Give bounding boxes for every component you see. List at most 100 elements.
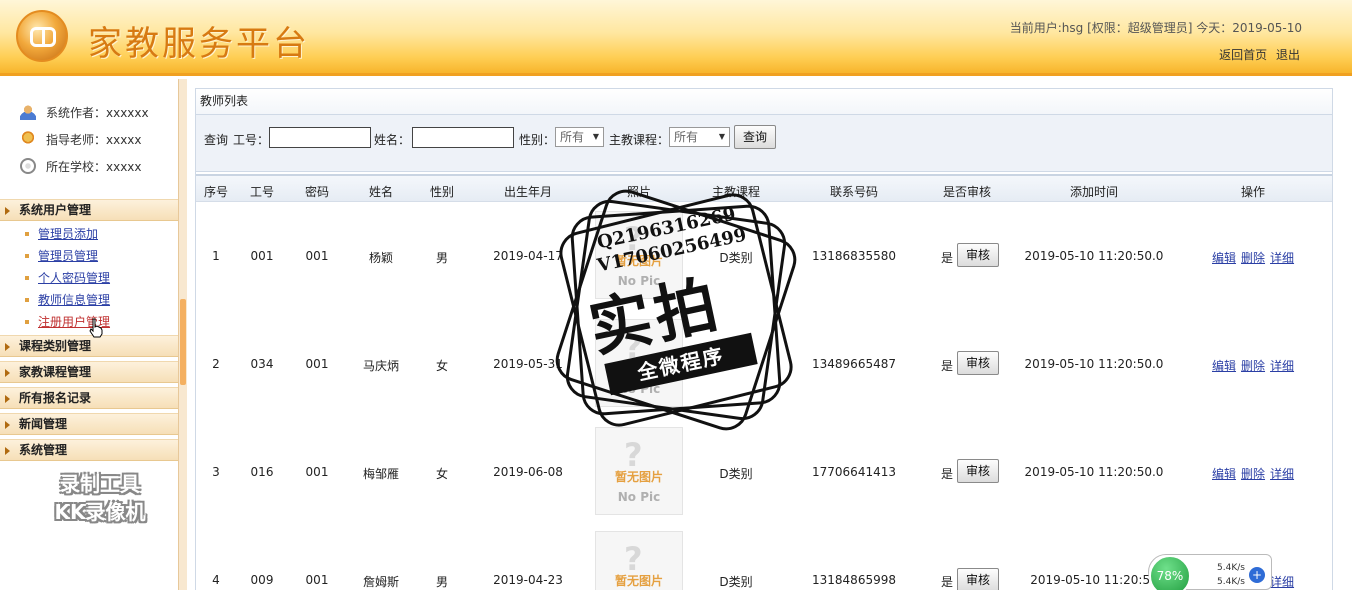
menu-group-news[interactable]: 新闻管理	[0, 413, 178, 435]
cell-password: 001	[305, 465, 329, 479]
cell-birth: 2019-06-08	[493, 465, 563, 479]
cell-course: D类别	[719, 467, 753, 481]
edit-link[interactable]: 编辑	[1212, 359, 1236, 373]
cell-birth: 2019-04-23	[493, 573, 563, 587]
hand-cursor-icon	[89, 318, 103, 338]
query-label: 查询	[204, 133, 229, 147]
menu-group-course-category[interactable]: 课程类别管理	[0, 335, 178, 357]
cell-birth: 2019-05-31	[493, 357, 563, 371]
review-button[interactable]: 审核	[957, 243, 999, 267]
delete-link[interactable]: 删除	[1241, 359, 1265, 373]
menu-item-admin-manage[interactable]: 管理员管理	[24, 247, 98, 265]
col-gender: 性别	[429, 185, 455, 199]
course-select-value: 所有	[674, 130, 699, 144]
cell-gender: 女	[435, 359, 449, 373]
cell-password: 001	[305, 249, 329, 263]
network-speed-widget[interactable]: 78% 5.4K/s 5.4K/s +	[1148, 554, 1272, 590]
cell-id: 016	[250, 465, 274, 479]
no-pic-cn: 暂无图片	[614, 362, 663, 376]
cell-added: 2019-05-10 11:20:50.0	[1024, 465, 1164, 479]
col-approved: 是否审核	[942, 185, 992, 199]
edit-link[interactable]: 编辑	[1212, 467, 1236, 481]
cell-password: 001	[305, 573, 329, 587]
cell-approved: 是	[940, 467, 954, 481]
id-input[interactable]	[269, 127, 371, 148]
delete-link[interactable]: 删除	[1241, 467, 1265, 481]
review-button[interactable]: 审核	[957, 568, 999, 590]
name-label: 姓名：	[374, 133, 411, 147]
col-added: 添加时间	[1069, 185, 1119, 199]
sidebar-splitter[interactable]	[178, 79, 187, 590]
cell-added: 2019-05-10 11:20:50	[1030, 573, 1158, 587]
id-label: 工号：	[233, 133, 270, 147]
gender-label: 性别：	[519, 133, 556, 147]
search-bar: 查询 工号： 姓名： 性别： 所有 主教课程： 所有 查询	[195, 114, 1333, 172]
photo-placeholder: ? 暂无图片 No Pic	[595, 211, 683, 299]
col-photo: 照片	[626, 185, 652, 199]
cell-gender: 男	[435, 251, 449, 265]
header-links: 返回首页 退出	[1214, 46, 1300, 63]
cell-added: 2019-05-10 11:20:50.0	[1024, 357, 1164, 371]
cell-no: 2	[212, 357, 220, 371]
name-input[interactable]	[412, 127, 514, 148]
upload-speed: 5.4K/s	[1217, 563, 1245, 573]
cell-name: 马庆炳	[362, 359, 400, 373]
cell-phone: 13184865998	[812, 573, 896, 587]
cell-id: 001	[250, 249, 274, 263]
cell-approved: 是	[940, 359, 954, 373]
col-id: 工号	[249, 185, 275, 199]
header: 家教服务平台 当前用户:hsg [权限：超级管理员] 今天：2019-05-10…	[0, 0, 1352, 76]
detail-link[interactable]: 详细	[1270, 251, 1294, 265]
row-actions: 编辑删除详细	[1212, 249, 1299, 266]
no-pic-cn: 暂无图片	[614, 574, 663, 588]
edit-link[interactable]: 编辑	[1212, 251, 1236, 265]
author-info: 系统作者：xxxxxx	[20, 102, 149, 122]
menu-group-user-management[interactable]: 系统用户管理	[0, 199, 178, 221]
logout-link[interactable]: 退出	[1276, 48, 1300, 62]
cell-phone: 13489665487	[812, 357, 896, 371]
col-no: 序号	[203, 185, 229, 199]
course-label: 主教课程：	[609, 133, 670, 147]
cell-approved: 是	[940, 251, 954, 265]
school-label: 所在学校：xxxxx	[46, 159, 142, 174]
teacher-icon	[20, 131, 36, 147]
photo-placeholder: ? 暂无图片 No Pic	[595, 427, 683, 515]
table-header: 序号 工号 密码 姓名 性别 出生年月 照片 主教课程 联系号码 是否审核 添加…	[196, 174, 1332, 202]
photo-placeholder: ? 暂无图片 No Pic	[595, 319, 683, 407]
row-actions: 编辑删除详细	[1212, 357, 1299, 374]
teacher-info: 指导老师：xxxxx	[20, 129, 142, 149]
splitter-grip[interactable]	[180, 299, 186, 385]
cell-course: D类别	[719, 575, 753, 589]
detail-link[interactable]: 详细	[1270, 467, 1294, 481]
detail-link[interactable]: 详细	[1270, 575, 1294, 589]
cell-birth: 2019-04-17	[493, 249, 563, 263]
cell-course: D类别	[719, 251, 753, 265]
detail-link[interactable]: 详细	[1270, 359, 1294, 373]
panel-title: 教师列表	[195, 88, 1333, 114]
teacher-table: 序号 工号 密码 姓名 性别 出生年月 照片 主教课程 联系号码 是否审核 添加…	[195, 172, 1333, 590]
app-title: 家教服务平台	[88, 24, 310, 64]
search-button[interactable]: 查询	[734, 125, 776, 149]
cell-gender: 男	[435, 575, 449, 589]
memory-percent: 78%	[1149, 555, 1191, 590]
cell-gender: 女	[435, 467, 449, 481]
no-pic-en: No Pic	[617, 382, 661, 396]
photo-placeholder: ? 暂无图片	[595, 531, 683, 590]
menu-group-registrations[interactable]: 所有报名记录	[0, 387, 178, 409]
col-name: 姓名	[368, 185, 394, 199]
review-button[interactable]: 审核	[957, 459, 999, 483]
menu-item-teacher-info[interactable]: 教师信息管理	[24, 291, 110, 309]
menu-group-tutoring-course[interactable]: 家教课程管理	[0, 361, 178, 383]
menu-item-admin-add[interactable]: 管理员添加	[24, 225, 98, 243]
plus-icon[interactable]: +	[1249, 567, 1265, 583]
delete-link[interactable]: 删除	[1241, 251, 1265, 265]
col-birth: 出生年月	[503, 185, 553, 199]
course-select[interactable]: 所有	[669, 127, 730, 147]
col-password: 密码	[304, 185, 330, 199]
menu-item-password[interactable]: 个人密码管理	[24, 269, 110, 287]
gender-select[interactable]: 所有	[555, 127, 604, 147]
review-button[interactable]: 审核	[957, 351, 999, 375]
logo-icon	[16, 10, 68, 62]
home-link[interactable]: 返回首页	[1219, 48, 1267, 62]
menu-group-system[interactable]: 系统管理	[0, 439, 178, 461]
